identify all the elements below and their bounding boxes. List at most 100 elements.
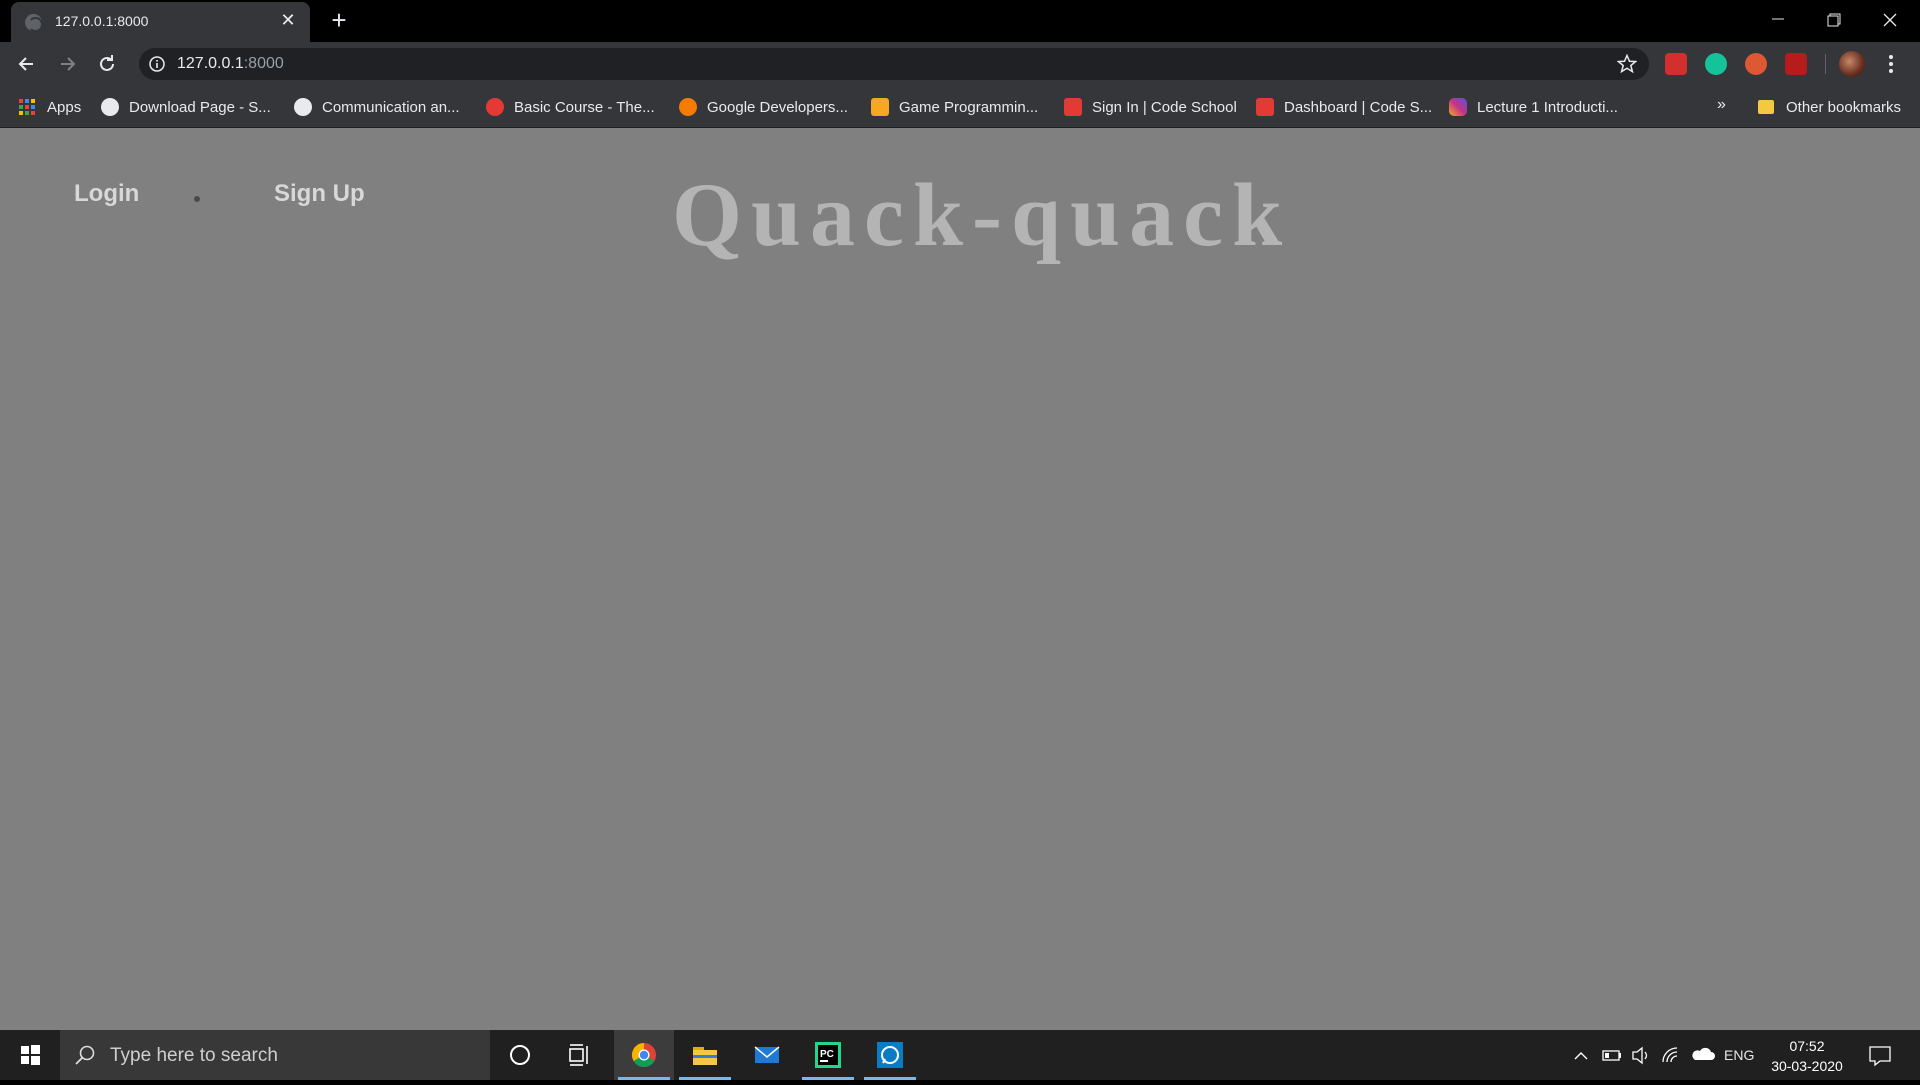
bookmarks-overflow-button[interactable]: » <box>1717 96 1726 114</box>
volume-button[interactable] <box>1630 1030 1654 1080</box>
address-bar[interactable]: 127.0.0.1:8000 <box>139 48 1649 80</box>
minimize-button[interactable] <box>1750 0 1806 38</box>
page-viewport: Login Sign Up Quack-quack <box>0 128 1920 1030</box>
globe-icon <box>101 98 119 116</box>
bookmark-google-developers[interactable]: Google Developers... <box>679 96 848 118</box>
action-center-button[interactable] <box>1866 1030 1894 1080</box>
close-window-button[interactable] <box>1862 0 1918 38</box>
bookmark-label: Communication an... <box>322 98 460 116</box>
menu-button[interactable] <box>1886 52 1896 76</box>
clock-time: 07:52 <box>1789 1038 1825 1054</box>
bookmark-label: Dashboard | Code S... <box>1284 98 1433 116</box>
restore-button[interactable] <box>1806 0 1862 38</box>
arrow-right-icon <box>61 57 76 71</box>
globe-icon <box>25 14 43 32</box>
pycharm-taskbar-button[interactable]: PC <box>798 1030 858 1080</box>
browser-tab[interactable]: 127.0.0.1:8000 ✕ <box>11 2 310 42</box>
bookmark-label: Lecture 1 Introducti... <box>1477 98 1618 116</box>
svg-text:PC: PC <box>820 1049 834 1060</box>
browser-toolbar: 127.0.0.1:8000 <box>0 42 1920 86</box>
pocket-extension-icon[interactable] <box>1665 53 1687 75</box>
input-language-indicator[interactable]: ENG <box>1724 1030 1754 1080</box>
bookmark-label: Download Page - S... <box>129 98 271 116</box>
page-title: Quack-quack <box>672 166 1292 265</box>
other-bookmarks-folder[interactable]: Other bookmarks <box>1758 96 1901 118</box>
duckduckgo-extension-icon[interactable] <box>1745 53 1767 75</box>
grammarly-extension-icon[interactable] <box>1705 53 1727 75</box>
cloud-icon <box>1692 1047 1715 1060</box>
signup-link[interactable]: Sign Up <box>274 180 365 208</box>
badge-icon <box>679 98 697 116</box>
speaker-icon <box>1632 1046 1648 1065</box>
bookmarks-bar: Apps Download Page - S... Communication … <box>0 86 1920 128</box>
bookmark-game-programming[interactable]: Game Programmin... <box>871 96 1038 118</box>
mail-icon <box>1256 98 1274 116</box>
clock-date: 30-03-2020 <box>1771 1058 1843 1074</box>
chevron-up-icon <box>1574 1052 1588 1060</box>
task-view-button[interactable] <box>550 1030 610 1080</box>
cortana-button[interactable] <box>490 1030 550 1080</box>
tab-strip: 127.0.0.1:8000 ✕ + <box>0 0 1920 42</box>
login-link[interactable]: Login <box>74 180 139 208</box>
folder-icon <box>1758 100 1774 114</box>
bookmark-sign-in-code-school[interactable]: Sign In | Code School <box>1064 96 1237 118</box>
taskbar-clock[interactable]: 07:52 30-03-2020 <box>1762 1036 1852 1076</box>
tab-title: 127.0.0.1:8000 <box>55 13 149 29</box>
search-placeholder: Type here to search <box>110 1045 278 1066</box>
pycharm-icon: PC <box>815 1042 841 1068</box>
nav-separator-dot <box>194 196 200 202</box>
r-logo-icon <box>486 98 504 116</box>
file-explorer-taskbar-button[interactable] <box>675 1030 735 1080</box>
whatsapp-icon <box>877 1042 903 1068</box>
bookmark-label: Basic Course - The... <box>514 98 655 116</box>
start-button[interactable] <box>0 1030 60 1080</box>
close-icon <box>1883 13 1897 27</box>
bookmark-dashboard-code-school[interactable]: Dashboard | Code S... <box>1256 96 1432 118</box>
new-tab-button[interactable]: + <box>325 6 353 34</box>
apps-grid-icon <box>19 99 35 115</box>
show-hidden-icons-button[interactable] <box>1570 1030 1592 1080</box>
bookmark-lecture-1[interactable]: Lecture 1 Introducti... <box>1449 96 1618 118</box>
info-icon[interactable] <box>149 56 165 72</box>
other-bookmarks-label: Other bookmarks <box>1786 98 1902 116</box>
minimize-icon <box>1772 18 1784 20</box>
close-tab-icon[interactable]: ✕ <box>278 10 298 30</box>
battery-icon <box>1602 1050 1621 1061</box>
mail-icon <box>1064 98 1082 116</box>
game-icon <box>871 98 889 116</box>
windows-logo-icon <box>21 1045 40 1065</box>
mail-taskbar-button[interactable] <box>737 1030 797 1080</box>
bookmark-communication[interactable]: Communication an... <box>294 96 460 118</box>
mail-icon <box>754 1046 780 1063</box>
star-icon[interactable] <box>1617 54 1637 74</box>
network-button[interactable] <box>1660 1030 1684 1080</box>
bookmark-basic-course[interactable]: Basic Course - The... <box>486 96 655 118</box>
bookmark-download-page[interactable]: Download Page - S... <box>101 96 271 118</box>
taskbar-search[interactable]: Type here to search <box>60 1030 490 1080</box>
windows-taskbar: Type here to search PC ENG 07:52 30-03-2… <box>0 1030 1920 1080</box>
globe-icon <box>294 98 312 116</box>
toolbar-divider <box>1825 54 1826 74</box>
chrome-taskbar-button[interactable] <box>614 1030 674 1080</box>
bookmark-apps[interactable]: Apps <box>19 96 81 118</box>
search-icon <box>75 1045 95 1065</box>
wifi-icon <box>1662 1047 1678 1063</box>
onedrive-button[interactable] <box>1690 1030 1716 1080</box>
profile-avatar[interactable] <box>1839 51 1865 77</box>
back-button[interactable] <box>13 50 41 78</box>
reload-button[interactable] <box>93 50 121 78</box>
url-text: 127.0.0.1:8000 <box>177 55 284 73</box>
url-host: 127.0.0.1 <box>177 55 244 72</box>
arrow-left-icon <box>18 57 33 71</box>
task-view-icon <box>569 1044 588 1066</box>
shield-extension-icon[interactable] <box>1785 53 1807 75</box>
reload-icon <box>100 55 114 71</box>
bookmark-label: Sign In | Code School <box>1092 98 1237 116</box>
whatsapp-taskbar-button[interactable] <box>860 1030 920 1080</box>
battery-button[interactable] <box>1600 1030 1624 1080</box>
chrome-icon <box>631 1043 656 1068</box>
forward-button[interactable] <box>53 50 81 78</box>
folder-icon <box>693 1047 717 1065</box>
cortana-icon <box>510 1045 530 1065</box>
bookmark-label: Apps <box>47 98 82 116</box>
